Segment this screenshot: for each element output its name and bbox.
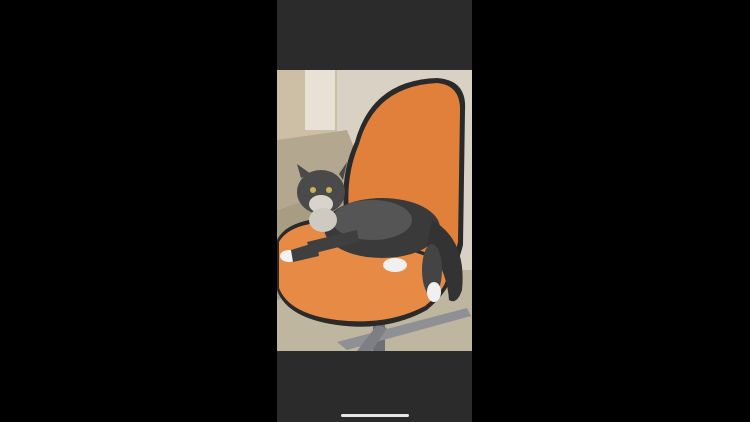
- photo[interactable]: [277, 70, 472, 351]
- viewer-background: [0, 0, 750, 422]
- cat-photo-image: [277, 70, 472, 351]
- home-indicator[interactable]: [341, 414, 409, 417]
- phone-screen: [277, 0, 472, 422]
